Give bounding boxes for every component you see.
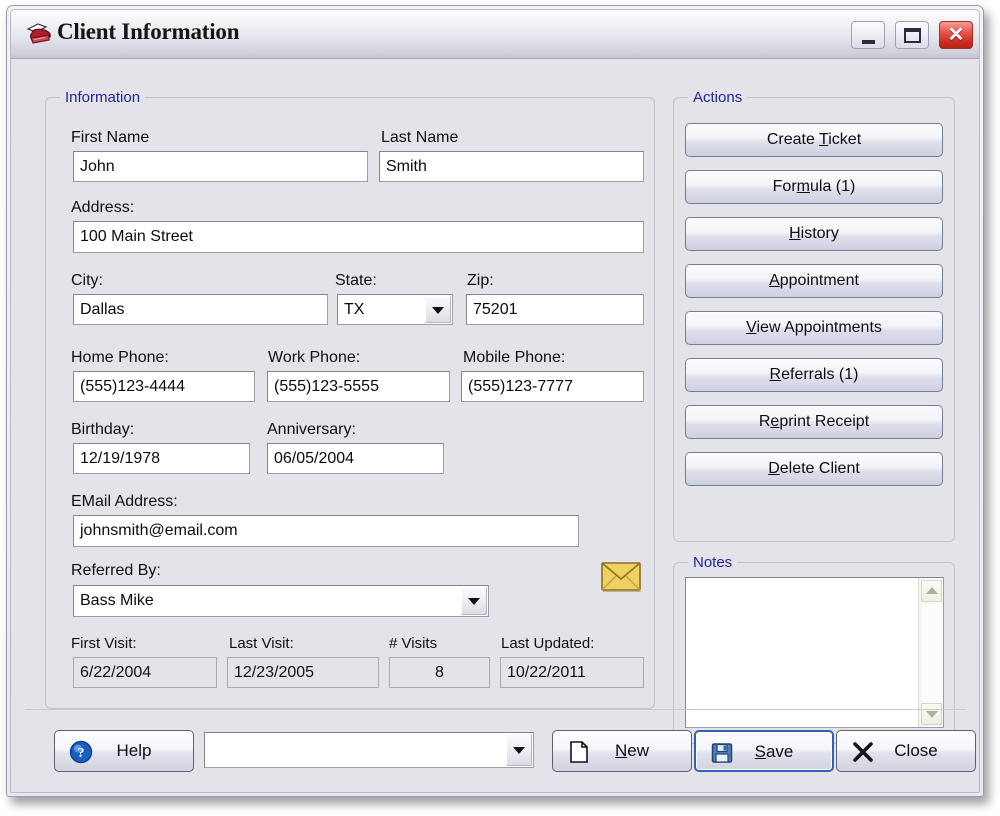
first-visit-label: First Visit:	[71, 635, 137, 652]
work-phone-label: Work Phone:	[268, 349, 361, 366]
history-label: History	[789, 225, 839, 242]
record-selector-combo[interactable]	[204, 732, 534, 768]
help-label: Help	[116, 741, 152, 760]
state-label: State:	[335, 272, 377, 289]
view-appointments-label: View Appointments	[746, 319, 882, 336]
new-button[interactable]: New	[552, 730, 692, 772]
address-label: Address:	[71, 199, 135, 216]
card-file-icon	[25, 21, 53, 47]
actions-group-title: Actions	[688, 89, 748, 106]
num-visits-label: # Visits	[389, 635, 438, 652]
first-name-input[interactable]: John	[73, 151, 368, 182]
last-name-input[interactable]: Smith	[379, 151, 644, 182]
information-group: Information	[45, 89, 655, 709]
last-visit-value: 12/23/2005	[227, 657, 379, 688]
zip-label: Zip:	[467, 272, 494, 289]
new-label: New	[614, 741, 649, 760]
birthday-input[interactable]: 12/19/1978	[73, 443, 250, 474]
anniversary-input[interactable]: 06/05/2004	[267, 443, 444, 474]
num-visits-value: 8	[389, 657, 490, 688]
chevron-down-icon[interactable]	[425, 296, 451, 323]
last-visit-label: Last Visit:	[229, 635, 294, 652]
client-information-window: Client Information ✕ Information First N…	[6, 5, 984, 797]
save-label: Save	[754, 742, 794, 761]
referred-by-select[interactable]: Bass Mike	[73, 585, 489, 617]
birthday-label: Birthday:	[71, 421, 135, 438]
save-button[interactable]: Save	[694, 730, 834, 772]
referred-by-label: Referred By:	[71, 562, 161, 579]
formula-button[interactable]: Formula (1)	[685, 170, 943, 204]
zip-input[interactable]: 75201	[466, 294, 644, 325]
history-button[interactable]: History	[685, 217, 943, 251]
notes-textarea[interactable]	[685, 577, 944, 728]
referred-by-value: Bass Mike	[80, 592, 154, 609]
appointment-label: Appointment	[769, 272, 859, 289]
scrollbar-track[interactable]	[922, 604, 940, 701]
create-ticket-button[interactable]: Create Ticket	[685, 123, 943, 157]
chevron-down-icon[interactable]	[461, 587, 487, 615]
delete-client-label: Delete Client	[768, 460, 860, 477]
minimize-button[interactable]	[851, 21, 885, 49]
information-group-title: Information	[60, 89, 146, 106]
title-bar[interactable]: Client Information ✕	[11, 10, 979, 59]
close-window-button[interactable]: ✕	[939, 21, 973, 49]
chevron-down-icon[interactable]	[506, 734, 532, 766]
home-phone-input[interactable]: (555)123-4444	[73, 371, 255, 402]
address-input[interactable]: 100 Main Street	[73, 221, 644, 253]
mobile-phone-input[interactable]: (555)123-7777	[461, 371, 644, 402]
appointment-button[interactable]: Appointment	[685, 264, 943, 298]
city-label: City:	[71, 272, 103, 289]
create-ticket-label: Create Ticket	[766, 131, 862, 148]
notes-scrollbar[interactable]	[918, 578, 943, 727]
referrals-label: Referrals (1)	[769, 366, 859, 383]
email-input[interactable]: johnsmith@email.com	[73, 515, 579, 547]
maximize-icon	[904, 28, 921, 43]
notes-group: Notes	[673, 554, 955, 744]
reprint-receipt-button[interactable]: Reprint Receipt	[685, 405, 943, 439]
dialog-body: Information First Name John Last Name Sm…	[11, 59, 979, 792]
envelope-icon[interactable]	[599, 558, 645, 596]
delete-client-button[interactable]: Delete Client	[685, 452, 943, 486]
home-phone-label: Home Phone:	[71, 349, 169, 366]
email-label: EMail Address:	[71, 493, 178, 510]
footer-divider	[25, 709, 965, 710]
last-name-label: Last Name	[381, 129, 459, 146]
reprint-receipt-label: Reprint Receipt	[758, 413, 870, 430]
first-visit-value: 6/22/2004	[73, 657, 217, 688]
notes-group-title: Notes	[688, 554, 738, 571]
scroll-up-icon[interactable]	[921, 580, 942, 602]
window-title: Client Information	[57, 19, 240, 44]
referrals-button[interactable]: Referrals (1)	[685, 358, 943, 392]
anniversary-label: Anniversary:	[267, 421, 356, 438]
close-button[interactable]: Close	[836, 730, 976, 772]
last-updated-value: 10/22/2011	[500, 657, 644, 688]
maximize-button[interactable]	[895, 21, 929, 49]
window-inner-frame: Client Information ✕ Information First N…	[10, 9, 980, 793]
work-phone-input[interactable]: (555)123-5555	[267, 371, 450, 402]
mobile-phone-label: Mobile Phone:	[463, 349, 566, 366]
first-name-label: First Name	[71, 129, 150, 146]
last-updated-label: Last Updated:	[501, 635, 595, 652]
state-select[interactable]: TX	[337, 294, 453, 325]
help-button[interactable]: ? Help	[54, 730, 194, 772]
city-input[interactable]: Dallas	[73, 294, 328, 325]
state-select-value: TX	[344, 301, 365, 318]
actions-group: Actions Create Ticket Formula (1) Histor…	[673, 89, 955, 542]
close-icon: ✕	[947, 24, 965, 46]
scroll-down-icon[interactable]	[921, 703, 942, 725]
close-label: Close	[894, 741, 938, 760]
formula-label: Formula (1)	[772, 178, 856, 195]
minimize-icon	[862, 40, 875, 44]
view-appointments-button[interactable]: View Appointments	[685, 311, 943, 345]
